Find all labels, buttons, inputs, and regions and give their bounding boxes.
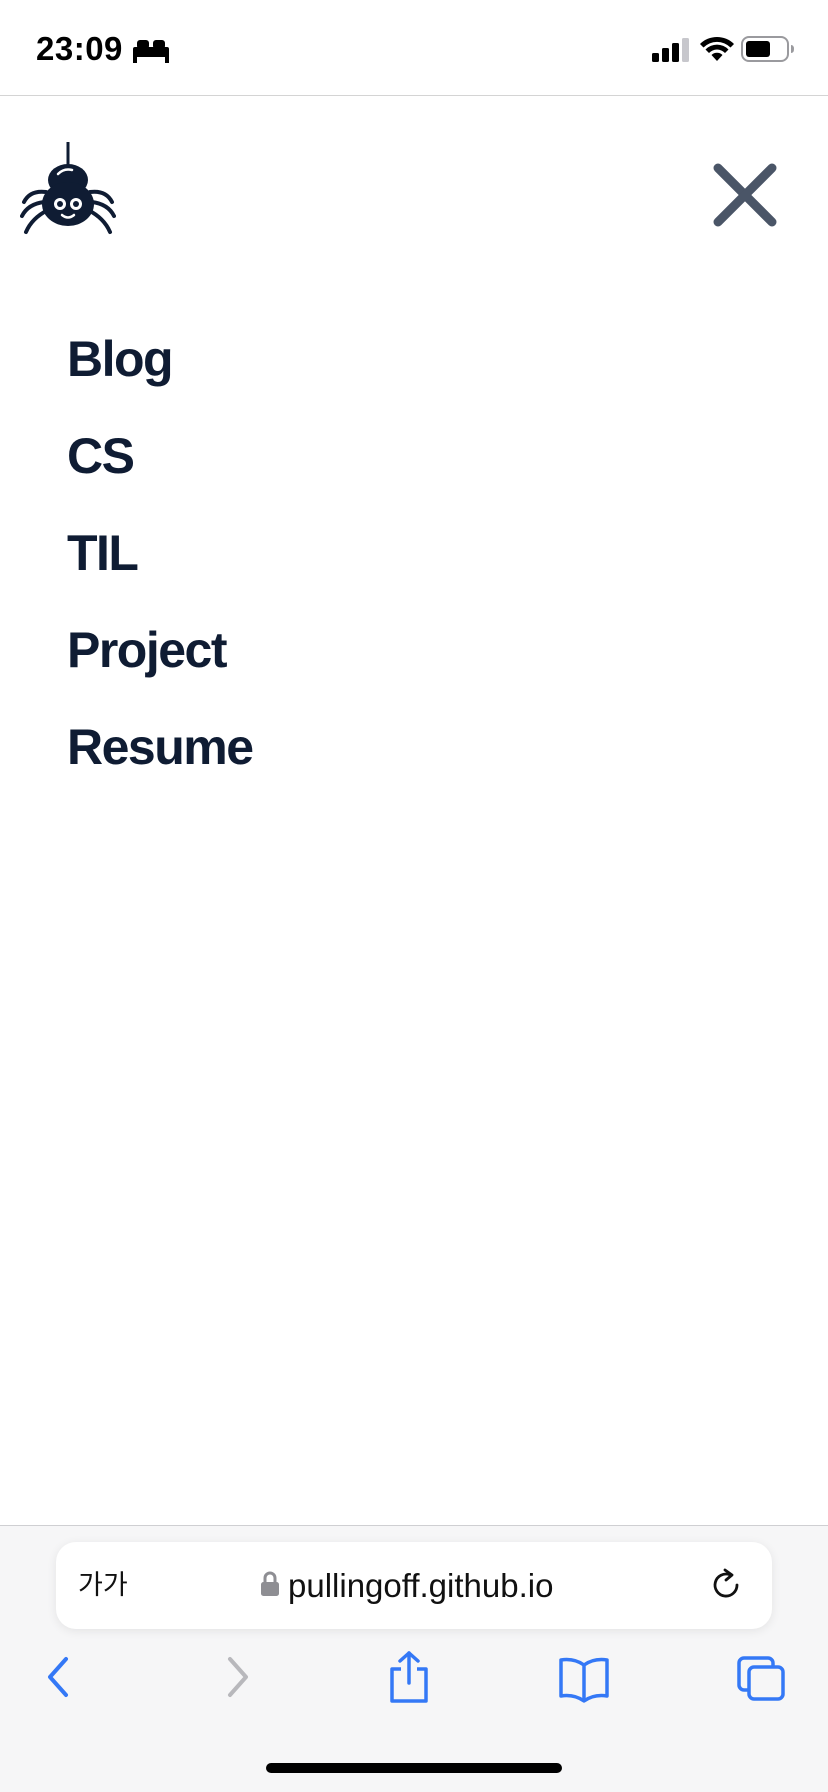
cellular-signal-icon — [652, 38, 689, 62]
forward-icon[interactable] — [220, 1649, 256, 1705]
spider-logo-icon[interactable] — [20, 140, 116, 240]
bed-sleep-icon — [133, 40, 169, 63]
tabs-icon[interactable] — [736, 1649, 786, 1705]
nav-item-blog[interactable]: Blog — [67, 310, 253, 407]
nav-item-cs[interactable]: CS — [67, 407, 253, 504]
text-size-button[interactable]: 가가 — [78, 1542, 128, 1629]
battery-icon — [741, 36, 794, 62]
reload-icon[interactable] — [708, 1567, 744, 1603]
url-text[interactable]: pullingoff.github.io — [288, 1542, 553, 1629]
close-menu-button[interactable] — [700, 155, 790, 245]
lock-icon — [261, 1571, 279, 1596]
phone-screen: 23:09 Blog CS TIL Project Resume 가가 pull… — [0, 0, 828, 1792]
share-icon[interactable] — [386, 1649, 432, 1705]
nav-menu: Blog CS TIL Project Resume — [67, 310, 254, 795]
nav-item-project[interactable]: Project — [67, 601, 253, 698]
status-bar: 23:09 — [0, 0, 828, 96]
home-indicator — [266, 1763, 562, 1773]
close-x-icon — [713, 163, 777, 227]
status-time: 23:09 — [36, 30, 123, 67]
nav-item-til[interactable]: TIL — [67, 504, 253, 601]
bookmarks-icon[interactable] — [558, 1649, 610, 1705]
back-icon[interactable] — [40, 1649, 76, 1705]
nav-item-resume[interactable]: Resume — [67, 698, 254, 795]
wifi-icon — [700, 36, 734, 61]
address-bar[interactable]: 가가 pullingoff.github.io — [56, 1542, 772, 1629]
